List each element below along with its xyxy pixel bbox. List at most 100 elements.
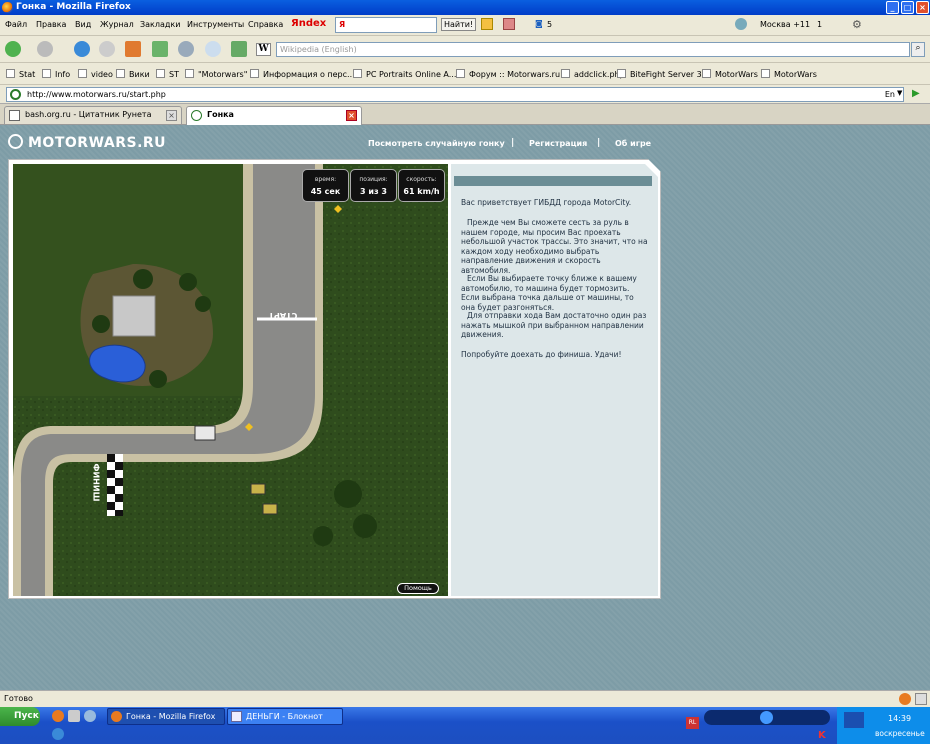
close-window-button[interactable]: × <box>916 1 929 14</box>
menu-file[interactable]: Файл <box>5 20 27 29</box>
url-dropdown-icon[interactable]: ▼ <box>897 89 902 97</box>
download-icon[interactable] <box>231 41 247 57</box>
taskbar-item-notepad[interactable]: ДЕНЬГИ - Блокнот <box>227 708 343 725</box>
bookmark-item[interactable]: video <box>78 69 113 79</box>
tab-label: Гонка <box>207 110 234 119</box>
race-track-svg[interactable] <box>13 164 448 596</box>
quicklaunch-desktop-icon[interactable] <box>68 710 80 722</box>
stop-icon[interactable] <box>99 41 115 57</box>
search-input[interactable]: Wikipedia (English) <box>276 42 910 57</box>
bookmark-icon <box>156 69 165 78</box>
race-favicon-icon <box>191 110 202 121</box>
clock-time[interactable]: 14:39 <box>888 714 911 723</box>
network-icon[interactable] <box>844 712 864 728</box>
taskbar-item-label: Гонка - Mozilla Firefox <box>126 712 216 721</box>
bookmark-item[interactable]: Форум :: Motorwars.ru <box>456 69 560 79</box>
bookmark-item[interactable]: Информация о перс... <box>250 69 355 79</box>
clock-icon[interactable] <box>205 41 221 57</box>
sidebar-header-bar <box>454 176 652 186</box>
menu-help[interactable]: Справка <box>248 20 283 29</box>
bookmark-label: BiteFight Server 3 <box>630 70 702 79</box>
bookmark-item[interactable]: addclick.php <box>561 69 625 79</box>
firefox-status-icon[interactable] <box>899 693 911 705</box>
bookmark-label: PC Portraits Online A... <box>366 70 457 79</box>
bookmark-icon <box>353 69 362 78</box>
quicklaunch-ie-icon[interactable] <box>52 728 64 740</box>
bookmark-item[interactable]: MotorWars <box>702 69 758 79</box>
sidebar-paragraph: Прежде чем Вы сможете сесть за руль в на… <box>461 218 648 275</box>
bookmark-item[interactable]: ST <box>156 69 179 79</box>
taskbar-item-label: ДЕНЬГИ - Блокнот <box>246 712 323 721</box>
bookmark-icon <box>185 69 194 78</box>
weather-text[interactable]: Москва +11 <box>760 20 810 29</box>
minimize-button[interactable]: _ <box>886 1 899 14</box>
search-icon[interactable]: ⌕ <box>911 42 925 57</box>
language-indicator[interactable]: RL <box>686 717 699 729</box>
gear-icon[interactable]: ⚙ <box>852 18 862 31</box>
bookmark-item[interactable]: Info <box>42 69 70 79</box>
media-player-bar[interactable] <box>704 710 830 725</box>
menu-tools[interactable]: Инструменты <box>187 20 244 29</box>
random-race-link[interactable]: Посмотреть случайную гонку <box>368 139 505 148</box>
bookmark-icon <box>761 69 770 78</box>
menu-view[interactable]: Вид <box>75 20 91 29</box>
bookmark-item[interactable]: PC Portraits Online A... <box>353 69 456 79</box>
menu-edit[interactable]: Правка <box>36 20 66 29</box>
taskbar: Пуск Гонка - Mozilla Firefox ДЕНЬГИ - Бл… <box>0 707 930 744</box>
yandex-bar-icon[interactable] <box>481 18 493 30</box>
antivirus-icon[interactable]: K <box>818 730 826 741</box>
yandex-logo[interactable]: Яndex <box>291 18 326 29</box>
reload-icon[interactable] <box>74 41 90 57</box>
bookmark-item[interactable]: MotorWars <box>761 69 817 79</box>
maximize-button[interactable]: □ <box>901 1 914 14</box>
quicklaunch-firefox-icon[interactable] <box>52 710 64 722</box>
main-panel: СТАРТ ФИНИШ время: 45 сек позиция: 3 из … <box>8 159 661 599</box>
mail-icon[interactable] <box>503 18 515 30</box>
bookmark-label: video <box>91 70 113 79</box>
hud-time-value: 45 сек <box>310 187 341 196</box>
go-arrow-icon[interactable]: ▶ <box>912 88 920 99</box>
yandex-find-button[interactable]: Найти! <box>441 18 477 31</box>
bookmark-item[interactable]: "Motorwars" <box>185 69 247 79</box>
url-text: http://www.motorwars.ru/start.php <box>27 90 166 99</box>
menu-bookmarks[interactable]: Закладки <box>140 20 180 29</box>
tab-race[interactable]: Гонка × <box>186 106 362 125</box>
registration-link[interactable]: Регистрация <box>529 139 587 148</box>
bookmark-item[interactable]: Stat <box>6 69 35 79</box>
quicklaunch-media-icon[interactable] <box>84 710 96 722</box>
language-indicator[interactable]: En <box>885 88 895 101</box>
site-logo-text: MOTORWARS.RU <box>28 135 167 151</box>
about-game-link[interactable]: Об игре <box>615 139 651 148</box>
site-logo[interactable]: MOTORWARS.RU <box>8 134 166 151</box>
home-icon[interactable] <box>125 41 141 57</box>
nav-separator: | <box>597 138 601 148</box>
race-map[interactable]: СТАРТ ФИНИШ время: 45 сек позиция: 3 из … <box>13 164 448 596</box>
bookmark-item[interactable]: Вики <box>116 69 150 79</box>
tab-bash[interactable]: bash.org.ru - Цитатник Рунета × <box>4 106 182 124</box>
wikipedia-icon[interactable]: W <box>256 43 271 56</box>
comments-icon[interactable]: ◙ <box>535 19 543 28</box>
url-input[interactable]: http://www.motorwars.ru/start.php En <box>6 87 904 102</box>
bash-favicon-icon <box>9 110 20 121</box>
tab-bar: bash.org.ru - Цитатник Рунета × Гонка × <box>0 104 930 125</box>
menu-bar: Файл Правка Вид Журнал Закладки Инструме… <box>0 15 930 36</box>
close-tab-icon[interactable]: × <box>346 110 357 121</box>
menu-history[interactable]: Журнал <box>100 20 134 29</box>
help-button[interactable]: Помощь <box>397 583 439 594</box>
forward-arrow-icon[interactable] <box>37 41 53 57</box>
bookmark-icon <box>250 69 259 78</box>
start-line-label: СТАРТ <box>268 311 298 320</box>
yandex-search-input[interactable]: Я <box>335 17 437 33</box>
history-icon[interactable] <box>178 41 194 57</box>
back-arrow-icon[interactable] <box>5 41 21 57</box>
play-pause-icon[interactable] <box>760 711 773 724</box>
close-tab-icon[interactable]: × <box>166 110 177 121</box>
weather-icon[interactable] <box>735 18 747 30</box>
start-button[interactable]: Пуск <box>0 707 40 726</box>
status-text: Готово <box>4 694 33 703</box>
taskbar-item-firefox[interactable]: Гонка - Mozilla Firefox <box>107 708 225 725</box>
bookmark-item[interactable]: BiteFight Server 3 <box>617 69 702 79</box>
hud-speed-value: 61 km/h <box>403 187 440 196</box>
adblock-icon[interactable] <box>915 693 927 705</box>
new-tab-icon[interactable] <box>152 41 168 57</box>
